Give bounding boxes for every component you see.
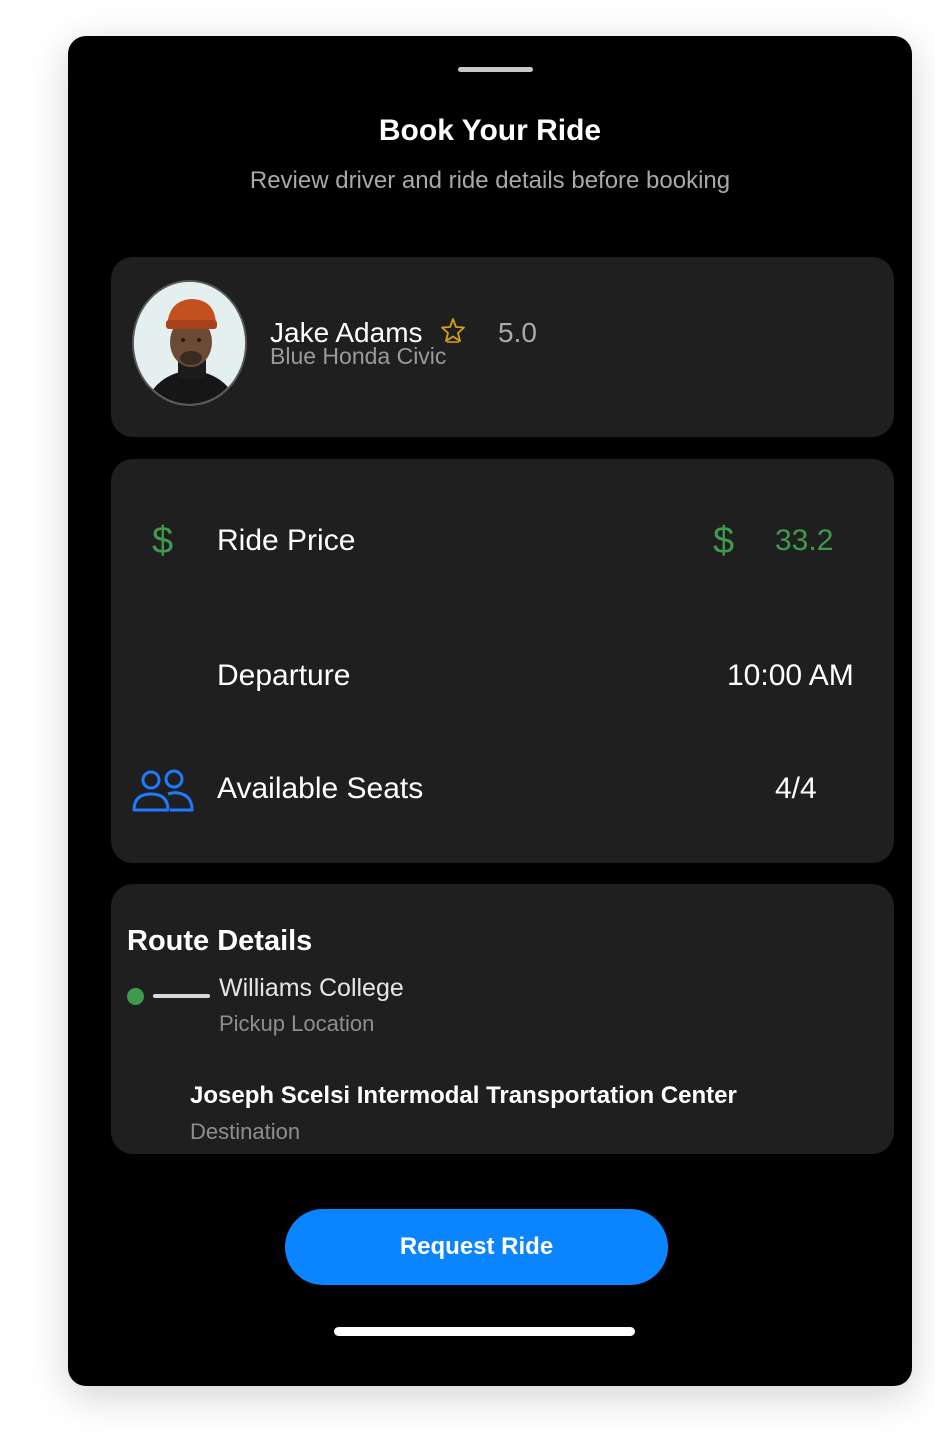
departure-value: 10:00 AM xyxy=(727,659,854,692)
price-label: Ride Price xyxy=(217,524,356,557)
price-currency: $ xyxy=(713,520,735,562)
users-icon xyxy=(132,768,194,812)
sheet-grabber[interactable] xyxy=(458,67,533,72)
route-title: Route Details xyxy=(127,925,313,957)
page-title: Book Your Ride xyxy=(378,114,602,147)
booking-sheet: Book Your Ride Review driver and ride de… xyxy=(68,36,912,1386)
avatar xyxy=(132,280,247,406)
price-value: 33.2 xyxy=(775,524,834,557)
page-subtitle: Review driver and ride details before bo… xyxy=(249,167,731,194)
driver-card[interactable]: Jake Adams 5.0 Blue Honda Civic xyxy=(111,257,894,437)
seats-value: 4/4 xyxy=(775,772,817,805)
departure-label: Departure xyxy=(217,659,351,692)
ride-details-card: $ Ride Price $ 33.2 Departure 10:00 AM A… xyxy=(111,459,894,863)
destination-label: Destination xyxy=(190,1119,301,1144)
route-card: Route Details Williams College Pickup Lo… xyxy=(111,884,894,1154)
pickup-name: Williams College xyxy=(219,974,404,1002)
driver-car: Blue Honda Civic xyxy=(270,343,447,369)
star-icon xyxy=(441,317,465,343)
driver-rating: 5.0 xyxy=(498,317,537,348)
request-ride-button[interactable]: Request Ride xyxy=(285,1209,668,1285)
route-line xyxy=(153,994,210,998)
home-indicator xyxy=(334,1327,635,1336)
dollar-icon: $ xyxy=(152,520,174,562)
pickup-dot xyxy=(127,988,144,1005)
pickup-label: Pickup Location xyxy=(219,1011,375,1036)
destination-name: Joseph Scelsi Intermodal Transportation … xyxy=(190,1082,737,1109)
seats-label: Available Seats xyxy=(217,772,424,805)
